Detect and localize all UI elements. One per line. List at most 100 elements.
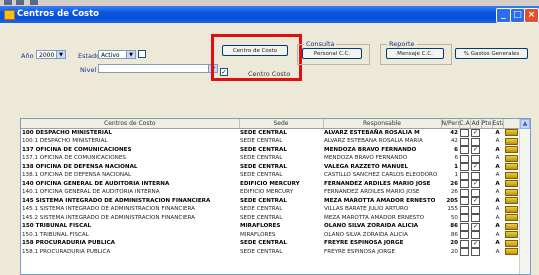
ca-checkbox[interactable] xyxy=(460,214,469,222)
pencil-icon[interactable] xyxy=(505,180,518,188)
estado-select[interactable]: Activo ▼ xyxy=(98,50,136,59)
scroll-up-icon[interactable]: ▲ xyxy=(520,119,530,129)
table-row[interactable]: 145.1 SISTEMA INTEGRADO DE ADMINISTRACIO… xyxy=(21,205,520,215)
ca-checkbox[interactable] xyxy=(460,248,469,256)
pencil-icon[interactable] xyxy=(505,205,518,213)
ad-checkbox[interactable] xyxy=(471,248,480,256)
personal-cc-button[interactable]: Personal C.C. xyxy=(302,48,362,59)
close-button[interactable]: × xyxy=(524,8,539,23)
cell-pto xyxy=(481,248,492,257)
ad-checkbox[interactable]: ✓ xyxy=(471,180,480,188)
pencil-icon[interactable] xyxy=(505,129,518,137)
pencil-icon[interactable] xyxy=(505,222,518,230)
table-row[interactable]: 150 TRIBUNAL FISCAL MIRAFLORES OLANO SILVA… xyxy=(21,222,520,232)
table-row[interactable]: 138.1 OFICINA DE DEFENSA NACIONAL SEDE CE… xyxy=(21,171,520,181)
table-row[interactable]: 100 DESPACHO MINISTERIAL SEDE CENTRAL ALVA… xyxy=(21,129,520,138)
cell-ca xyxy=(459,163,470,172)
pencil-icon[interactable] xyxy=(505,214,518,222)
table-row[interactable]: 158 PROCURADURIA PUBLICA SEDE CENTRAL FREY… xyxy=(21,239,520,249)
pencil-icon[interactable] xyxy=(505,154,518,162)
pencil-icon[interactable] xyxy=(505,248,518,256)
minimize-button[interactable]: _ xyxy=(496,8,511,23)
chevron-down-icon[interactable]: ▼ xyxy=(56,51,65,58)
ca-checkbox[interactable] xyxy=(460,163,469,171)
ca-checkbox[interactable] xyxy=(460,154,469,163)
nivel-select[interactable]: ▼ xyxy=(98,64,218,73)
ca-checkbox[interactable] xyxy=(460,146,469,154)
cell-sede: MIRAFLORES xyxy=(240,223,281,230)
pencil-icon[interactable] xyxy=(505,146,518,154)
cell-estado: A xyxy=(495,197,500,204)
toolbar-icon[interactable] xyxy=(30,0,38,5)
toolbar-icon[interactable] xyxy=(16,0,24,5)
cell-estado: A xyxy=(495,146,500,153)
chevron-down-icon[interactable]: ▼ xyxy=(126,51,135,58)
table-row[interactable]: 140.1 OFICINA GENERAL DE AUDITORIA INTER… xyxy=(21,188,520,198)
pencil-icon[interactable] xyxy=(505,137,518,145)
ad-checkbox[interactable] xyxy=(471,154,480,163)
estado-checkbox[interactable] xyxy=(138,50,146,58)
cost-centers-grid[interactable]: Centros de Costo Sede Responsable N/Pers… xyxy=(20,118,531,275)
col-header[interactable]: Ad xyxy=(470,119,482,129)
cell-ad xyxy=(470,137,481,147)
ad-checkbox[interactable]: ✓ xyxy=(471,222,480,231)
table-row[interactable]: 100.1 DESPACHO MINISTERIAL SEDE CENTRAL AL… xyxy=(21,137,520,147)
toolbar-icon[interactable] xyxy=(4,0,12,5)
ca-checkbox[interactable] xyxy=(460,205,469,214)
pencil-icon[interactable] xyxy=(505,231,518,239)
col-header[interactable]: Estado xyxy=(492,119,504,129)
ca-checkbox[interactable] xyxy=(460,239,469,248)
col-header[interactable] xyxy=(503,119,521,129)
pencil-icon[interactable] xyxy=(505,197,518,205)
pencil-icon[interactable] xyxy=(505,171,518,179)
vertical-scrollbar[interactable]: ▲ xyxy=(519,119,530,274)
ca-checkbox[interactable] xyxy=(460,137,469,146)
ca-checkbox[interactable] xyxy=(460,180,469,188)
ca-checkbox[interactable] xyxy=(460,222,469,231)
ano-select[interactable]: 2000 ▼ xyxy=(36,50,66,59)
cell-sede: SEDE CENTRAL xyxy=(240,163,287,170)
col-header[interactable]: C.A. xyxy=(459,119,471,129)
table-row[interactable]: 145 SISTEMA INTEGRADO DE ADMINISTRACION … xyxy=(21,197,520,206)
ad-checkbox[interactable]: ✓ xyxy=(471,129,480,137)
table-row[interactable]: 158.1 PROCURADURIA PUBLICA SEDE CENTRAL FR… xyxy=(21,248,520,257)
table-row[interactable]: 145.2 SISTEMA INTEGRADO DE ADMINISTRACIO… xyxy=(21,214,520,223)
col-header[interactable]: N/Personal xyxy=(441,119,460,129)
cell-ca xyxy=(459,197,470,206)
ad-checkbox[interactable]: ✓ xyxy=(471,163,480,171)
ad-checkbox[interactable] xyxy=(471,188,480,197)
ad-checkbox[interactable]: ✓ xyxy=(471,239,480,248)
cell-ca xyxy=(459,222,470,232)
cell-estado: A xyxy=(495,155,500,162)
mensaje-cc-button[interactable]: Mensaje C.C. xyxy=(386,48,444,59)
ad-checkbox[interactable] xyxy=(471,171,480,180)
col-header[interactable]: Responsable xyxy=(323,119,442,129)
table-row[interactable]: 137.1 OFICINA DE COMUNICACIONES SEDE CENT… xyxy=(21,154,520,164)
pencil-icon[interactable] xyxy=(505,188,518,196)
highlight-box xyxy=(211,34,302,81)
ca-checkbox[interactable] xyxy=(460,129,469,137)
pencil-icon[interactable] xyxy=(505,239,518,247)
ad-checkbox[interactable]: ✓ xyxy=(471,146,480,154)
col-header[interactable]: Sede xyxy=(239,119,324,129)
ca-checkbox[interactable] xyxy=(460,231,469,239)
ca-checkbox[interactable] xyxy=(460,197,469,205)
col-header[interactable]: Pto xyxy=(481,119,493,129)
gastos-generales-button[interactable]: % Gastos Generales xyxy=(455,48,528,59)
col-header[interactable]: Centros de Costo xyxy=(21,119,240,129)
cell-ad xyxy=(470,171,481,181)
ad-checkbox[interactable] xyxy=(471,214,480,222)
pencil-icon[interactable] xyxy=(505,163,518,171)
table-row[interactable]: 138 OFICINA DE DEFENSA NACIONAL SEDE CENT… xyxy=(21,163,520,172)
ca-checkbox[interactable] xyxy=(460,188,469,197)
cell-personal: 42 xyxy=(450,129,458,136)
ad-checkbox[interactable] xyxy=(471,231,480,239)
ad-checkbox[interactable]: ✓ xyxy=(471,197,480,205)
table-row[interactable]: 140 OFICINA GENERAL DE AUDITORIA INTERNA… xyxy=(21,180,520,189)
ad-checkbox[interactable] xyxy=(471,137,480,146)
table-row[interactable]: 150.1 TRIBUNAL FISCAL MIRAFLORES OLANO SIL… xyxy=(21,231,520,240)
ca-checkbox[interactable] xyxy=(460,171,469,180)
maximize-button[interactable]: □ xyxy=(510,8,525,23)
ad-checkbox[interactable] xyxy=(471,205,480,214)
table-row[interactable]: 137 OFICINA DE COMUNICACIONES SEDE CENTRA… xyxy=(21,146,520,155)
